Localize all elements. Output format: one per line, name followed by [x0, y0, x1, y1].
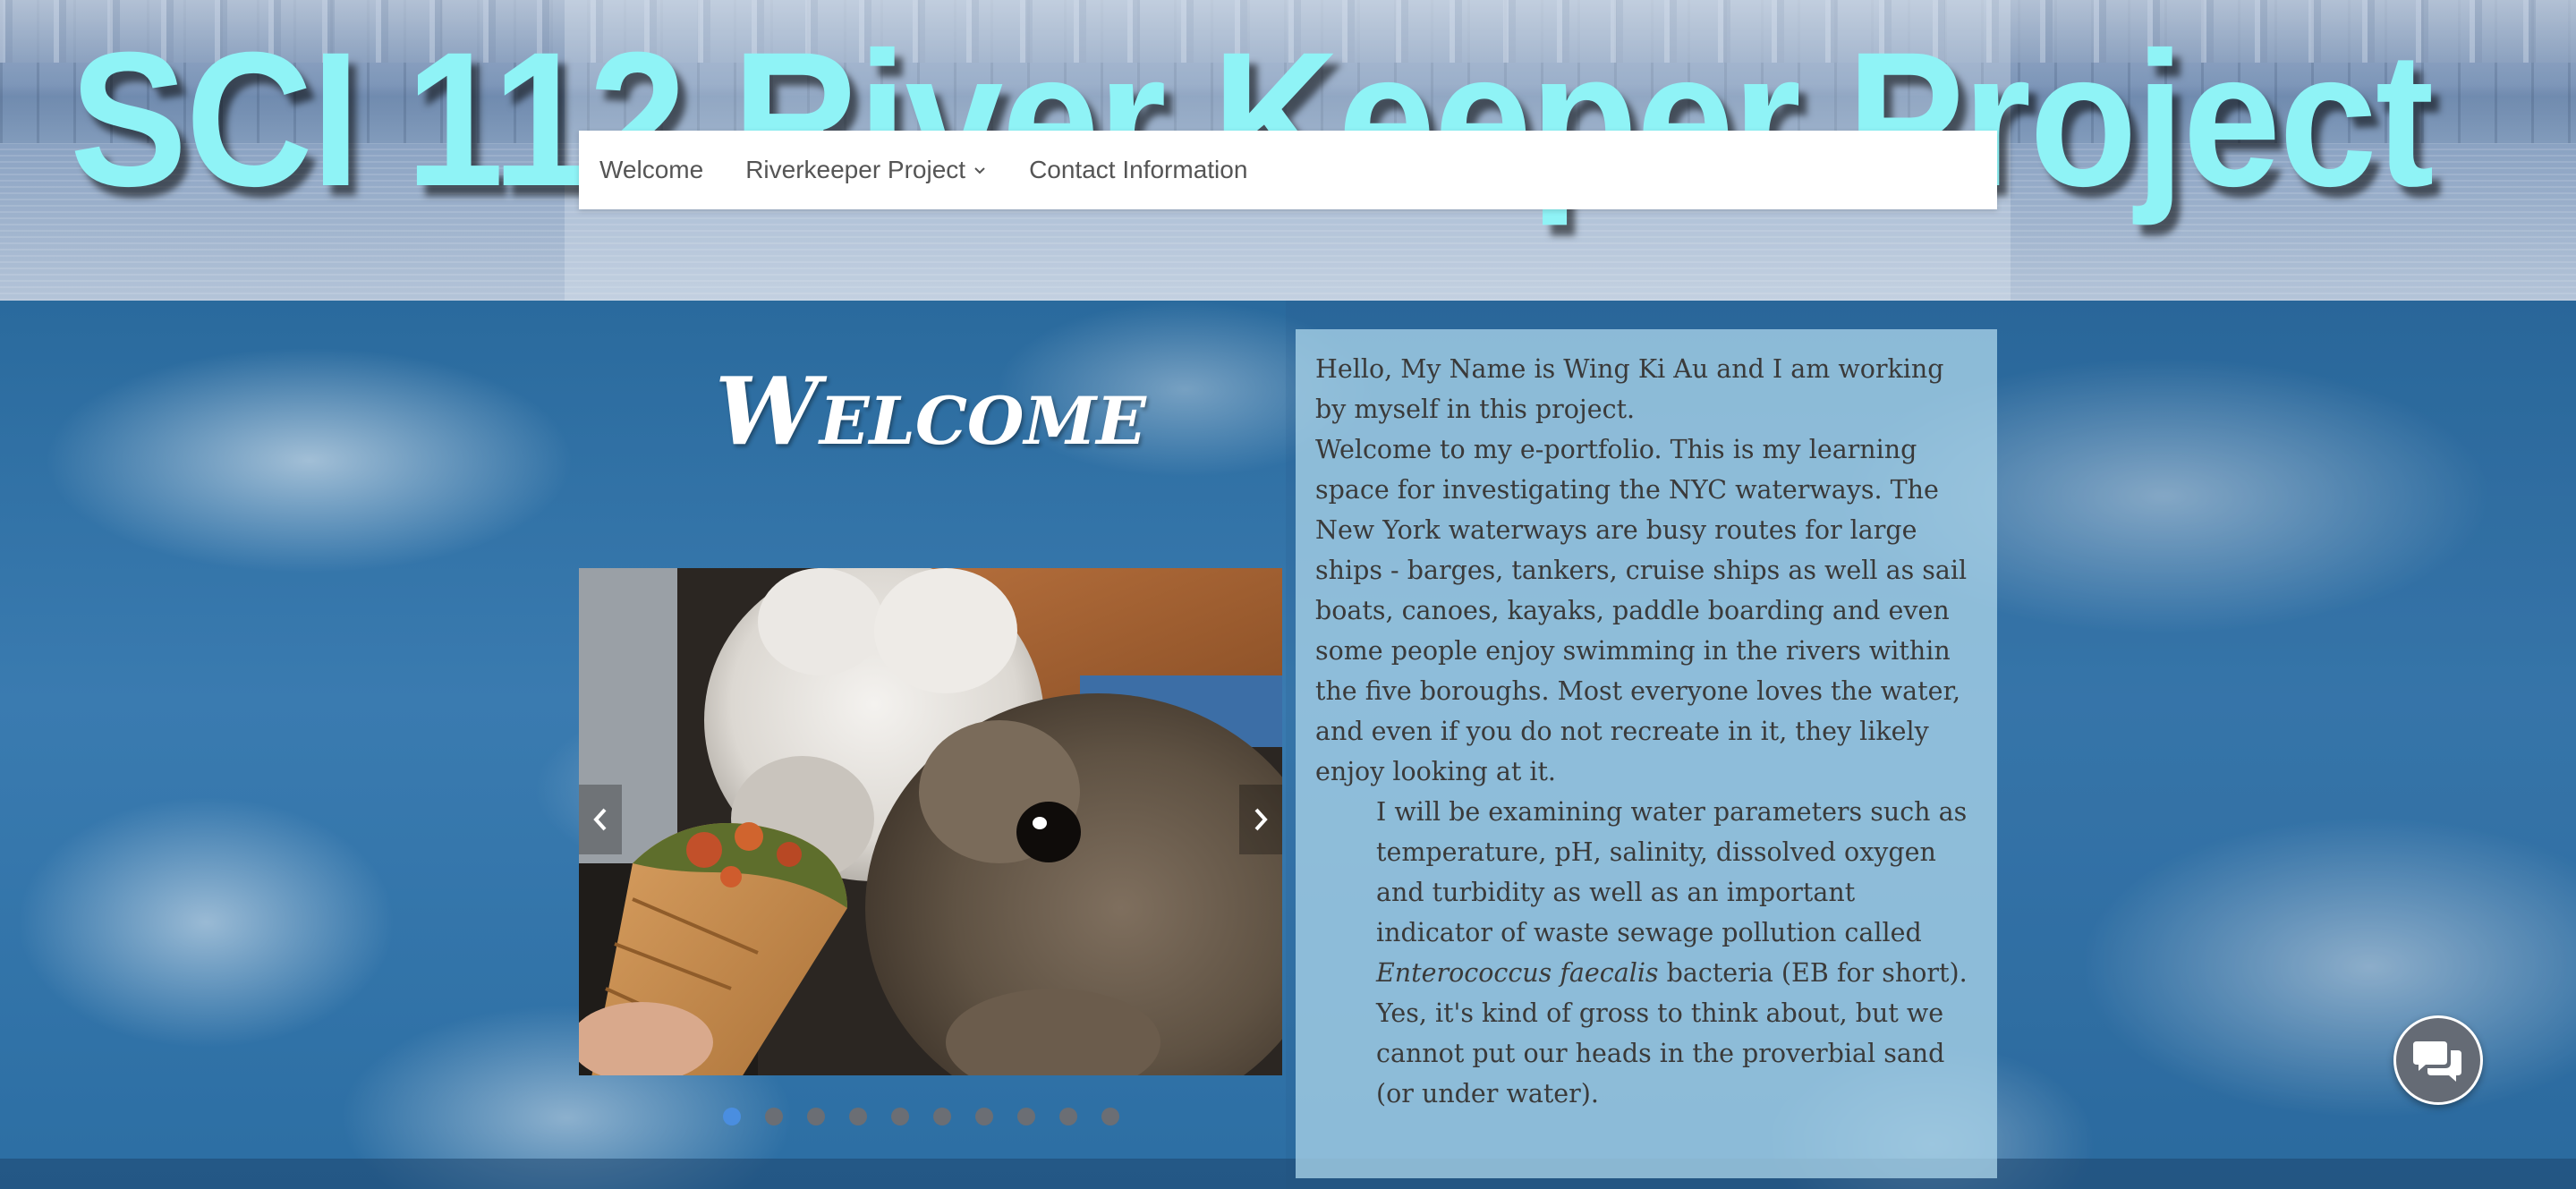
nav-item-label: Contact Information [1029, 156, 1248, 183]
nav-item-label: Riverkeeper Project [745, 156, 966, 183]
slideshow-prev-button[interactable] [579, 785, 622, 854]
chevron-left-icon [593, 808, 607, 831]
nav-item-welcome[interactable]: Welcome [599, 156, 703, 184]
slide-dot-1[interactable] [723, 1108, 741, 1125]
slideshow-indicators [723, 1107, 1143, 1126]
slideshow-next-button[interactable] [1239, 785, 1282, 854]
main-navigation: Welcome Riverkeeper Project Contact Info… [579, 131, 1997, 209]
slide-dot-2[interactable] [765, 1108, 783, 1125]
intro-paragraph-3: I will be examining water parameters suc… [1315, 792, 1977, 1114]
nav-item-label: Welcome [599, 156, 704, 183]
slide-dot-4[interactable] [849, 1108, 867, 1125]
slide-dot-8[interactable] [1017, 1108, 1035, 1125]
slide-dot-7[interactable] [975, 1108, 993, 1125]
bunnies-photo [579, 568, 1282, 1075]
bacteria-name: Enterococcus faecalis [1376, 958, 1659, 988]
chat-button[interactable] [2393, 1015, 2483, 1105]
nav-item-contact-information[interactable]: Contact Information [1029, 156, 1247, 184]
chevron-right-icon [1254, 808, 1268, 831]
intro-paragraph-3-start: I will be examining water parameters suc… [1376, 797, 1968, 947]
slide-dot-10[interactable] [1101, 1108, 1119, 1125]
slide-dot-5[interactable] [891, 1108, 909, 1125]
image-slideshow[interactable] [579, 568, 1282, 1075]
welcome-heading: Welcome [715, 356, 1146, 466]
footer-edge [0, 1159, 2576, 1189]
intro-text-panel: Hello, My Name is Wing Ki Au and I am wo… [1296, 329, 1997, 1178]
nav-item-riverkeeper-project[interactable]: Riverkeeper Project [745, 156, 987, 184]
intro-paragraph-2: Welcome to my e-portfolio. This is my le… [1315, 435, 1968, 786]
slide-dot-9[interactable] [1059, 1108, 1077, 1125]
intro-paragraph-1: Hello, My Name is Wing Ki Au and I am wo… [1315, 354, 1944, 424]
chevron-down-icon [973, 163, 987, 177]
slide-dot-3[interactable] [807, 1108, 825, 1125]
slide-dot-6[interactable] [933, 1108, 951, 1125]
chat-bubbles-icon [2413, 1041, 2461, 1082]
